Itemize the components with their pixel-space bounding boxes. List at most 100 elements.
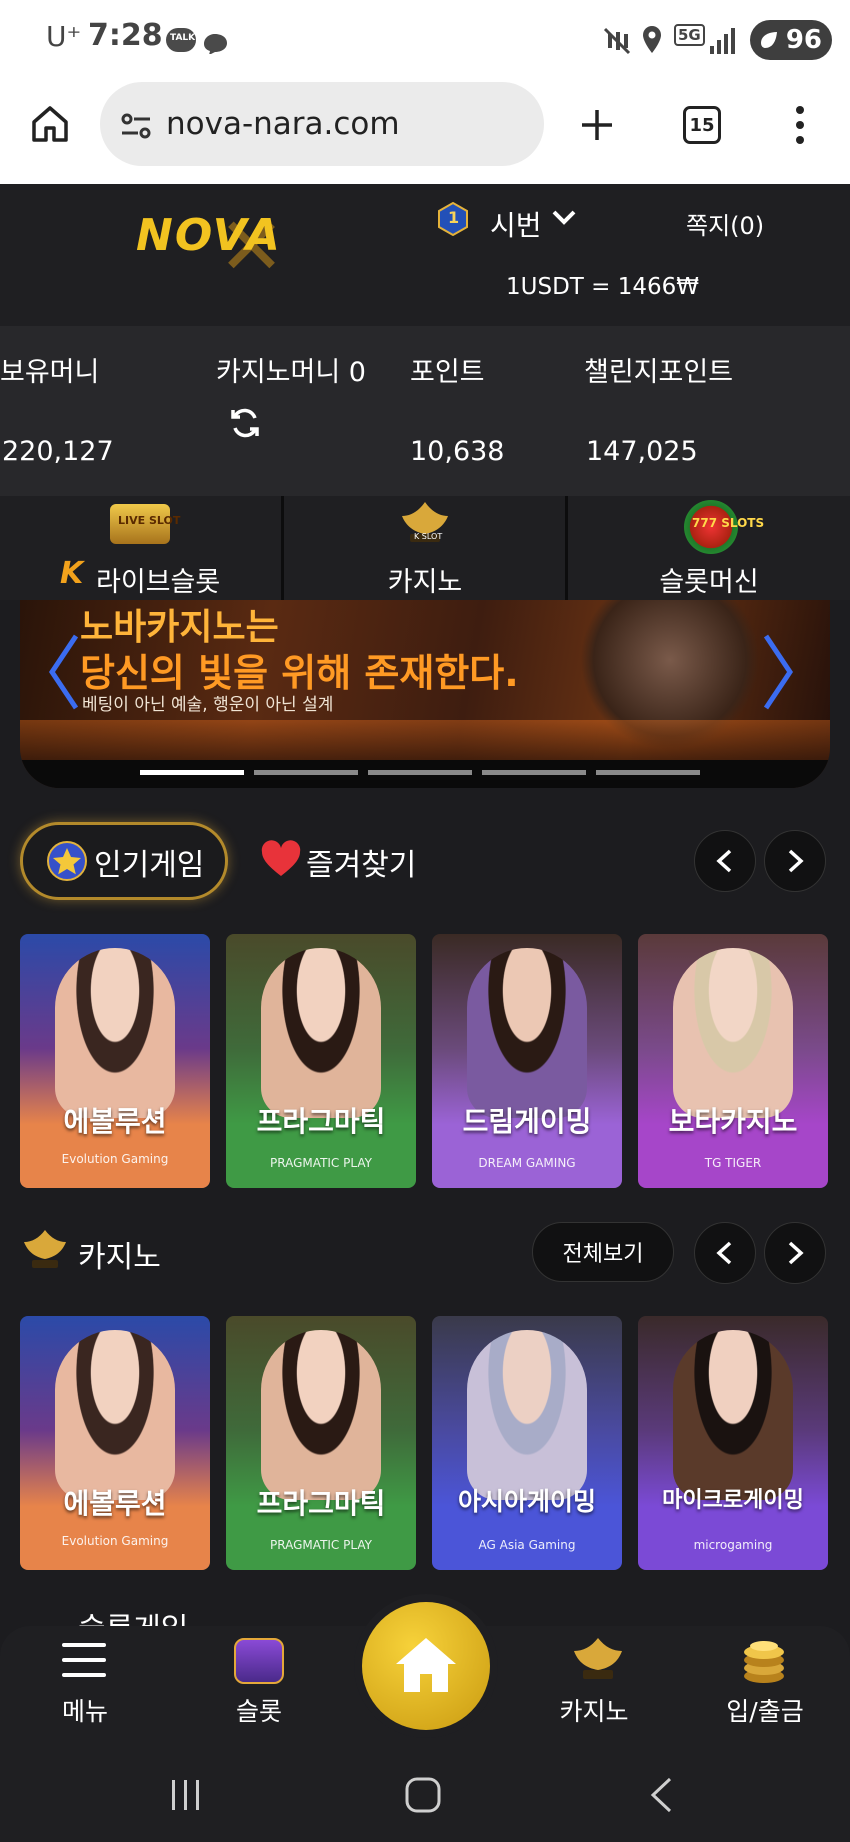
dealer-portrait [467, 1330, 587, 1500]
banner-dot-3[interactable] [368, 770, 472, 775]
new-tab-icon[interactable] [578, 106, 616, 144]
game-name: 에볼루션 [63, 1105, 167, 1138]
network-type: 5G [674, 24, 705, 46]
game-brand: Evolution Gaming [61, 1534, 169, 1548]
game-brand: Evolution Gaming [61, 1152, 169, 1166]
banner-dot-5[interactable] [596, 770, 700, 775]
location-icon [643, 26, 661, 53]
back-icon[interactable] [648, 1776, 674, 1814]
more-options-icon[interactable] [790, 104, 810, 146]
recent-apps-icon[interactable] [168, 1778, 204, 1812]
challenge-points-value: 147,025 [586, 436, 698, 467]
balance-money-value: 220,127 [2, 436, 114, 467]
k-slot-icon [24, 1230, 66, 1268]
game-card-pragmatic[interactable]: 프라그마틱 PRAGMATIC PLAY [226, 1316, 416, 1570]
game-brand: AG Asia Gaming [478, 1538, 576, 1552]
live-slot-badge: LIVE SLOT [118, 514, 181, 527]
nav-label-slot: 슬롯 [235, 1697, 282, 1726]
casino-prev-button[interactable] [694, 1222, 756, 1284]
slots-777-badge: 777 SLOTS [692, 516, 765, 530]
vibrate-mute-icon [603, 27, 631, 55]
chevron-left-icon [716, 849, 732, 873]
banner-prev-icon[interactable] [46, 632, 80, 712]
banner-subtext: 베팅이 아닌 예술, 행운이 아닌 설계 [82, 695, 334, 715]
game-name: 아시아게이밍 [457, 1487, 596, 1516]
messages-link[interactable]: 쪽지(0) [686, 206, 764, 241]
chevron-left-icon [716, 1241, 732, 1265]
dealer-portrait [55, 948, 175, 1118]
user-name[interactable]: 시번 [490, 204, 542, 244]
game-card-bota-casino[interactable]: 보타카지노 TG TIGER [638, 934, 828, 1188]
tab-switcher-button[interactable]: 15 [683, 106, 721, 144]
tab-favorites[interactable]: 즐겨찾기 [306, 840, 416, 884]
game-brand: PRAGMATIC PLAY [270, 1538, 372, 1552]
chevron-right-icon [788, 1241, 804, 1265]
game-card-microgaming[interactable]: 마이크로게이밍 microgaming [638, 1316, 828, 1570]
exchange-rate: 1USDT = 1466₩ [506, 274, 699, 300]
slot-machine-icon [234, 1638, 284, 1684]
popular-prev-button[interactable] [694, 830, 756, 892]
category-label-casino: 카지노 [387, 567, 463, 598]
banner-dot-1[interactable] [140, 770, 244, 775]
game-brand: PRAGMATIC PLAY [270, 1156, 372, 1170]
battery-saver-icon [760, 32, 777, 48]
dealer-portrait [467, 948, 587, 1118]
game-card-evolution[interactable]: 에볼루션 Evolution Gaming [20, 934, 210, 1188]
casino-money-label: 카지노머니 0 [216, 357, 366, 388]
category-label-slot-machine: 슬롯머신 [659, 567, 759, 598]
hamburger-icon [62, 1643, 106, 1677]
balance-money-label: 보유머니 [0, 357, 100, 388]
site-logo[interactable]: NOVA [136, 210, 282, 261]
game-brand: microgaming [693, 1538, 773, 1552]
nav-label-deposit: 입/출금 [726, 1697, 804, 1726]
carrier-label: U⁺ [46, 20, 82, 53]
chevron-down-icon[interactable] [550, 206, 578, 230]
url-text[interactable]: nova-nara.com [166, 106, 400, 142]
battery-level: 96 [785, 25, 822, 55]
game-name: 프라그마틱 [256, 1487, 386, 1520]
banner-next-icon[interactable] [762, 632, 796, 712]
site-settings-icon[interactable] [120, 110, 152, 142]
banner-headline-2: 당신의 빛을 위해 존재한다. [80, 651, 519, 695]
category-label-live-slot: 라이브슬롯 [96, 567, 221, 598]
game-name: 드림게이밍 [462, 1105, 592, 1138]
game-card-dream-gaming[interactable]: 드림게이밍 DREAM GAMING [432, 934, 622, 1188]
dealer-portrait [261, 1330, 381, 1500]
popular-next-button[interactable] [764, 830, 826, 892]
game-name: 에볼루션 [63, 1487, 167, 1520]
casino-next-button[interactable] [764, 1222, 826, 1284]
banner-dot-2[interactable] [254, 770, 358, 775]
game-card-pragmatic[interactable]: 프라그마틱 PRAGMATIC PLAY [226, 934, 416, 1188]
level-number: 1 [448, 208, 460, 227]
dealer-portrait [55, 1330, 175, 1500]
points-value: 10,638 [410, 436, 505, 467]
k-slot-icon [574, 1638, 622, 1679]
tab-popular-label: 인기게임 [94, 848, 205, 883]
see-all-button[interactable]: 전체보기 [532, 1222, 674, 1282]
home-icon[interactable] [28, 102, 72, 146]
status-bar: U⁺ 7:28 TALK 5G 96 [0, 0, 850, 82]
status-time: 7:28 [88, 18, 163, 53]
home-icon [396, 1638, 456, 1692]
nav-label-menu: 메뉴 [61, 1697, 108, 1726]
banner-dot-4[interactable] [482, 770, 586, 775]
nav-label-casino: 카지노 [559, 1697, 629, 1726]
section-title-casino: 카지노 [78, 1240, 161, 1275]
game-brand: DREAM GAMING [478, 1156, 576, 1170]
points-label: 포인트 [410, 357, 485, 388]
game-name: 마이크로게이밍 [662, 1488, 804, 1513]
battery-indicator: 96 [750, 20, 832, 60]
challenge-points-label: 챌린지포인트 [584, 357, 734, 388]
dealer-portrait [673, 1330, 793, 1500]
k-slot-badge: K SLOT [414, 532, 443, 541]
system-home-icon[interactable] [404, 1776, 442, 1814]
coins-icon [744, 1641, 784, 1683]
heart-icon[interactable] [260, 840, 302, 880]
dealer-portrait [673, 948, 793, 1118]
game-card-evolution[interactable]: 에볼루션 Evolution Gaming [20, 1316, 210, 1570]
game-card-asia-gaming[interactable]: 아시아게이밍 AG Asia Gaming [432, 1316, 622, 1570]
refresh-icon[interactable] [228, 406, 262, 440]
talk-badge-text: TALK [170, 33, 196, 43]
dealer-portrait [261, 948, 381, 1118]
cloud-chat-icon [204, 34, 227, 54]
